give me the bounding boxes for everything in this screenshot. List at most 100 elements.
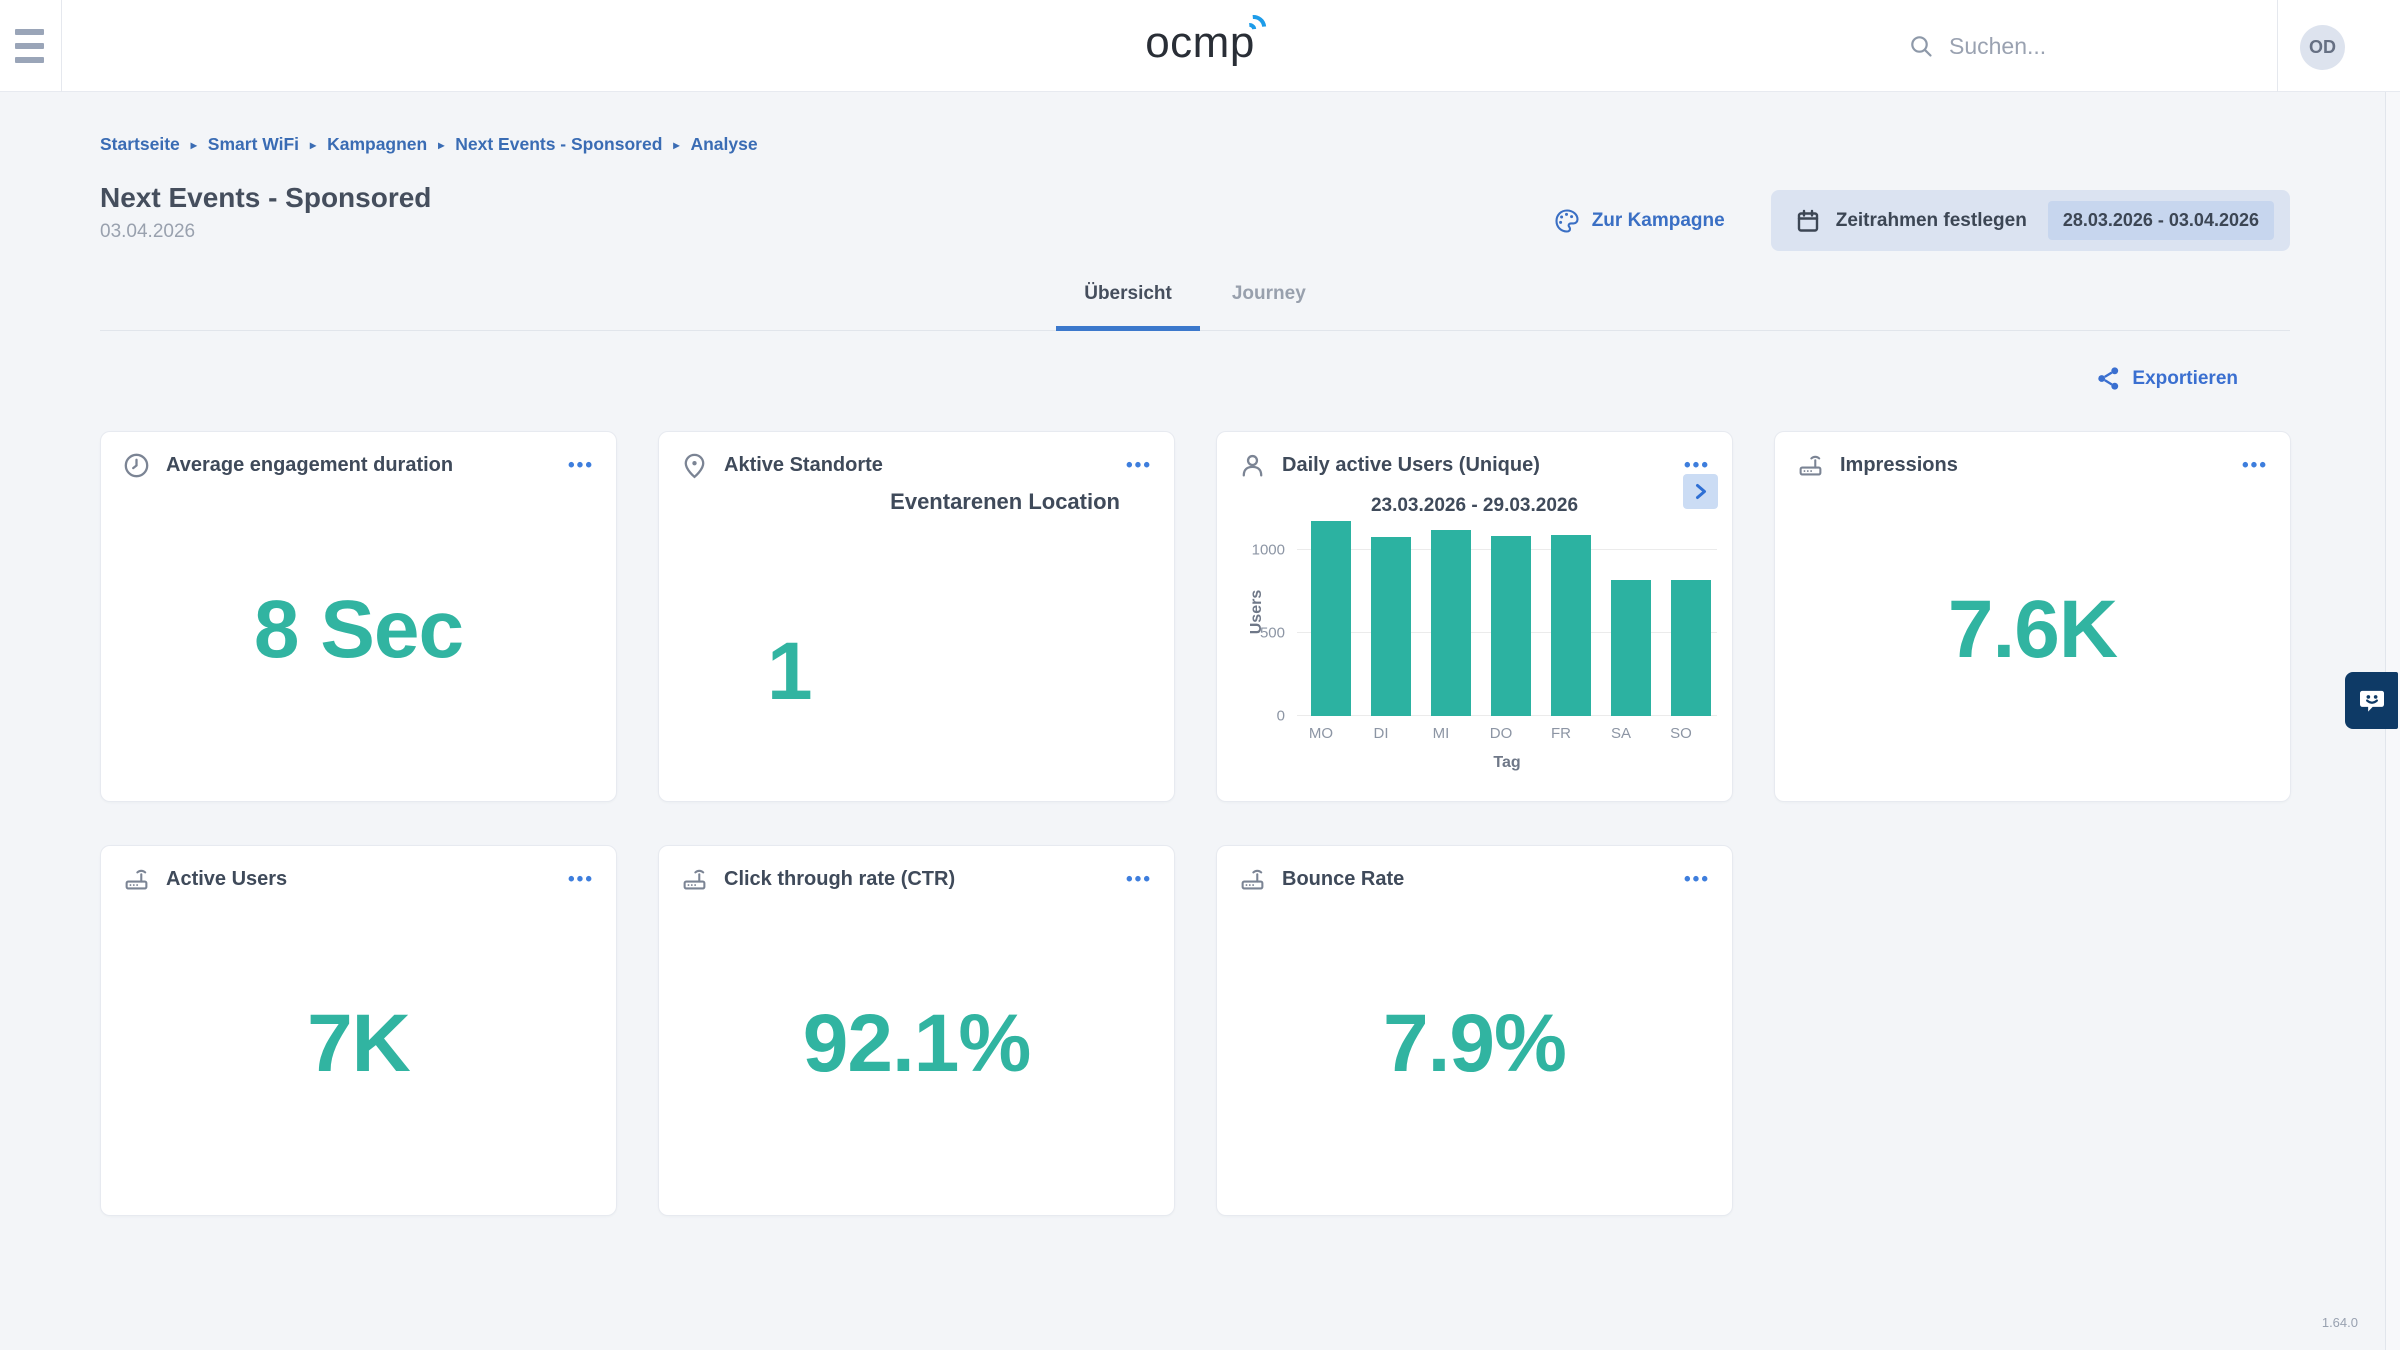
export-label: Exportieren: [2132, 368, 2238, 390]
page-title: Next Events - Sponsored: [100, 182, 431, 214]
card-average-engagement-duration: Average engagement duration ••• 8 Sec: [100, 431, 617, 802]
chart-y-tick-label: 1000: [1252, 541, 1285, 558]
user-icon: [1239, 452, 1266, 479]
bar-sa: [1611, 580, 1651, 716]
locations-count: 1: [767, 631, 812, 713]
card-title: Bounce Rate: [1282, 868, 1404, 891]
palette-icon: [1553, 207, 1581, 235]
card-title: Active Users: [166, 868, 287, 891]
search-icon: [1908, 33, 1934, 59]
avatar[interactable]: OD: [2300, 25, 2345, 70]
timeframe-picker[interactable]: Zeitrahmen festlegen 28.03.2026 - 03.04.…: [1771, 190, 2290, 251]
card-aktive-standorte: Aktive Standorte ••• Eventarenen Locatio…: [658, 431, 1175, 802]
card-menu-button[interactable]: •••: [568, 456, 594, 475]
chart-x-tick-label: DO: [1467, 725, 1535, 742]
version-label: 1.64.0: [2322, 1315, 2358, 1330]
bar-do: [1491, 536, 1531, 716]
router-icon: [681, 866, 708, 893]
wifi-signal-icon: [1241, 11, 1271, 41]
card-menu-button[interactable]: •••: [1126, 456, 1152, 475]
breadcrumb-item-kampagnen[interactable]: Kampagnen: [327, 134, 427, 155]
avatar-initials: OD: [2309, 37, 2336, 58]
breadcrumb-item-analyse[interactable]: Analyse: [690, 134, 757, 155]
location-name: Eventarenen Location: [890, 489, 1120, 515]
page-date: 03.04.2026: [100, 221, 431, 243]
card-menu-button[interactable]: •••: [1684, 870, 1710, 889]
card-title: Aktive Standorte: [724, 454, 883, 477]
main-content: Startseite ▸ Smart WiFi ▸ Kampagnen ▸ Ne…: [0, 92, 2400, 1216]
title-row: Next Events - Sponsored 03.04.2026 Zur K…: [100, 182, 2290, 251]
timeframe-label: Zeitrahmen festlegen: [1836, 210, 2027, 232]
card-active-users: Active Users ••• 7K: [100, 845, 617, 1216]
active-users-value: 7K: [307, 1003, 410, 1085]
tab-journey[interactable]: Journey: [1204, 283, 1334, 330]
chart-next-week-button[interactable]: [1683, 474, 1718, 509]
engagement-value: 8 Sec: [254, 589, 463, 671]
timeframe-value-chip[interactable]: 28.03.2026 - 03.04.2026: [2048, 201, 2274, 240]
feedback-widget-button[interactable]: [2345, 672, 2398, 729]
card-menu-button[interactable]: •••: [2242, 456, 2268, 475]
chevron-right-icon: ▸: [191, 138, 197, 152]
ctr-value: 92.1%: [803, 1003, 1031, 1085]
campaign-link[interactable]: Zur Kampagne: [1553, 207, 1725, 235]
share-icon: [2096, 366, 2121, 391]
card-title: Impressions: [1840, 454, 1958, 477]
card-menu-button[interactable]: •••: [568, 870, 594, 889]
breadcrumb-item-startseite[interactable]: Startseite: [100, 134, 180, 155]
header-divider: [61, 0, 62, 92]
router-icon: [1239, 866, 1266, 893]
tab-bar: Übersicht Journey: [100, 283, 2290, 331]
card-click-through-rate: Click through rate (CTR) ••• 92.1%: [658, 845, 1175, 1216]
chart-y-tick-label: 0: [1277, 708, 1285, 725]
card-title: Click through rate (CTR): [724, 868, 955, 891]
chevron-right-icon: ▸: [310, 138, 316, 152]
chart-y-axis-label: Users: [1235, 508, 1279, 716]
search-input[interactable]: [1949, 33, 2268, 60]
calendar-icon: [1795, 208, 1821, 234]
card-menu-button[interactable]: •••: [1684, 456, 1710, 475]
campaign-link-label: Zur Kampagne: [1592, 210, 1725, 232]
chart-y-tick-label: 500: [1260, 624, 1285, 641]
chart-x-tick-label: MI: [1407, 725, 1475, 742]
chevron-right-icon: ▸: [438, 138, 444, 152]
chart-x-tick-label: MO: [1287, 725, 1355, 742]
breadcrumb-item-smart-wifi[interactable]: Smart WiFi: [208, 134, 299, 155]
chart-x-tick-label: FR: [1527, 725, 1595, 742]
app-logo-text: ocmp: [1145, 18, 1255, 67]
search-box: [1908, 0, 2268, 92]
breadcrumb-item-campaign[interactable]: Next Events - Sponsored: [455, 134, 662, 155]
clock-icon: [123, 452, 150, 479]
card-title: Daily active Users (Unique): [1282, 454, 1540, 477]
top-bar: ocmp OD: [0, 0, 2400, 92]
chart-x-axis-label: Tag: [1297, 754, 1717, 772]
bar-fr: [1551, 535, 1591, 716]
bounce-rate-value: 7.9%: [1383, 1003, 1566, 1085]
chart-x-tick-label: DI: [1347, 725, 1415, 742]
location-pin-icon: [681, 452, 708, 479]
bar-mo: [1311, 521, 1351, 716]
chevron-right-icon: [1691, 482, 1710, 501]
card-daily-active-users: Daily active Users (Unique) ••• 23.03.20…: [1216, 431, 1733, 802]
breadcrumb: Startseite ▸ Smart WiFi ▸ Kampagnen ▸ Ne…: [100, 134, 2290, 155]
hamburger-menu-button[interactable]: [15, 29, 45, 63]
chart-x-tick-label: SO: [1647, 725, 1715, 742]
chart-x-tick-label: SA: [1587, 725, 1655, 742]
header-divider: [2277, 0, 2278, 92]
bar-mi: [1431, 530, 1471, 716]
card-title: Average engagement duration: [166, 454, 453, 477]
chevron-right-icon: ▸: [673, 138, 679, 152]
impressions-value: 7.6K: [1948, 589, 2117, 671]
bar-di: [1371, 537, 1411, 716]
app-logo: ocmp: [1145, 18, 1255, 68]
tab-uebersicht[interactable]: Übersicht: [1056, 283, 1200, 330]
daily-users-bar-chart: Users Tag 05001000MODIMIDOFRSASO: [1297, 508, 1717, 716]
router-icon: [1797, 452, 1824, 479]
chat-smiley-icon: [2357, 686, 2387, 716]
card-bounce-rate: Bounce Rate ••• 7.9%: [1216, 845, 1733, 1216]
bar-so: [1671, 580, 1711, 716]
export-button[interactable]: Exportieren: [100, 366, 2238, 391]
card-menu-button[interactable]: •••: [1126, 870, 1152, 889]
card-impressions: Impressions ••• 7.6K: [1774, 431, 2291, 802]
widget-grid: Average engagement duration ••• 8 Sec Ak…: [100, 431, 2290, 1216]
router-icon: [123, 866, 150, 893]
